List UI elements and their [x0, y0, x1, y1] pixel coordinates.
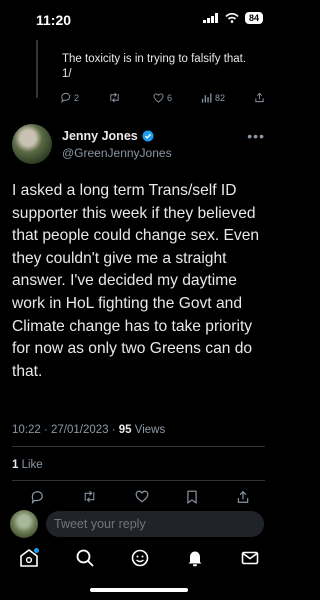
reply-input[interactable]: Tweet your reply: [46, 511, 264, 537]
tweet-actions: [30, 490, 250, 504]
tweet-views-count: 95: [118, 424, 132, 436]
signal-icon: [202, 13, 218, 23]
views-icon: [201, 92, 212, 103]
notifications-icon[interactable]: [185, 548, 205, 568]
status-bar: 11:20 84: [0, 0, 277, 40]
retweet-icon[interactable]: [82, 490, 97, 503]
likes-label: Like: [18, 459, 43, 471]
wifi-icon: [225, 13, 239, 23]
reply-icon[interactable]: [30, 490, 44, 504]
bookmark-icon[interactable]: [186, 490, 198, 504]
previous-reply-button[interactable]: 2: [60, 92, 79, 103]
author-avatar[interactable]: [12, 124, 52, 164]
status-icons: 84: [202, 12, 263, 24]
spaces-icon[interactable]: [130, 548, 150, 568]
thread-connector: [36, 40, 38, 98]
previous-reply-count: 2: [74, 92, 80, 103]
tweet-meta: 10:22 · 27/01/2023 · 95 Views: [12, 424, 165, 436]
previous-like-count: 6: [166, 92, 172, 103]
divider: [12, 480, 265, 481]
author-name-row[interactable]: Jenny Jones: [62, 129, 154, 143]
previous-views-button[interactable]: 82: [201, 93, 225, 103]
share-icon[interactable]: [236, 490, 250, 504]
previous-tweet-actions: 2 6 82: [60, 92, 265, 103]
status-time: 11:20: [36, 12, 72, 28]
battery-indicator: 84: [244, 12, 263, 24]
previous-retweet-button[interactable]: [108, 92, 124, 103]
messages-icon[interactable]: [240, 548, 260, 568]
verified-badge-icon: [142, 130, 154, 142]
tweet-timestamp: 10:22 · 27/01/2023 ·: [12, 424, 119, 436]
tweet-text: I asked a long term Trans/self ID suppor…: [12, 182, 260, 380]
author-handle[interactable]: @GreenJennyJones: [62, 146, 172, 160]
tweet-views-label: Views: [131, 424, 166, 436]
reply-icon: [61, 92, 71, 103]
previous-views-count: 82: [214, 92, 225, 103]
retweet-icon: [110, 92, 119, 103]
bottom-nav: [0, 545, 277, 571]
heart-icon: [153, 92, 164, 103]
home-indicator: [90, 588, 188, 592]
likes-summary[interactable]: 1 Like: [12, 459, 43, 471]
home-icon[interactable]: [18, 547, 40, 569]
previous-tweet-text: The toxicity is in trying to falsify tha…: [62, 53, 247, 80]
divider: [12, 446, 265, 447]
heart-icon[interactable]: [135, 490, 149, 503]
more-options-icon[interactable]: •••: [247, 128, 265, 144]
previous-share-button[interactable]: [254, 92, 265, 103]
reply-avatar: [10, 510, 38, 538]
previous-like-button[interactable]: 6: [153, 93, 172, 103]
share-icon: [255, 92, 264, 103]
author-name: Jenny Jones: [62, 129, 138, 143]
search-icon[interactable]: [75, 548, 95, 568]
